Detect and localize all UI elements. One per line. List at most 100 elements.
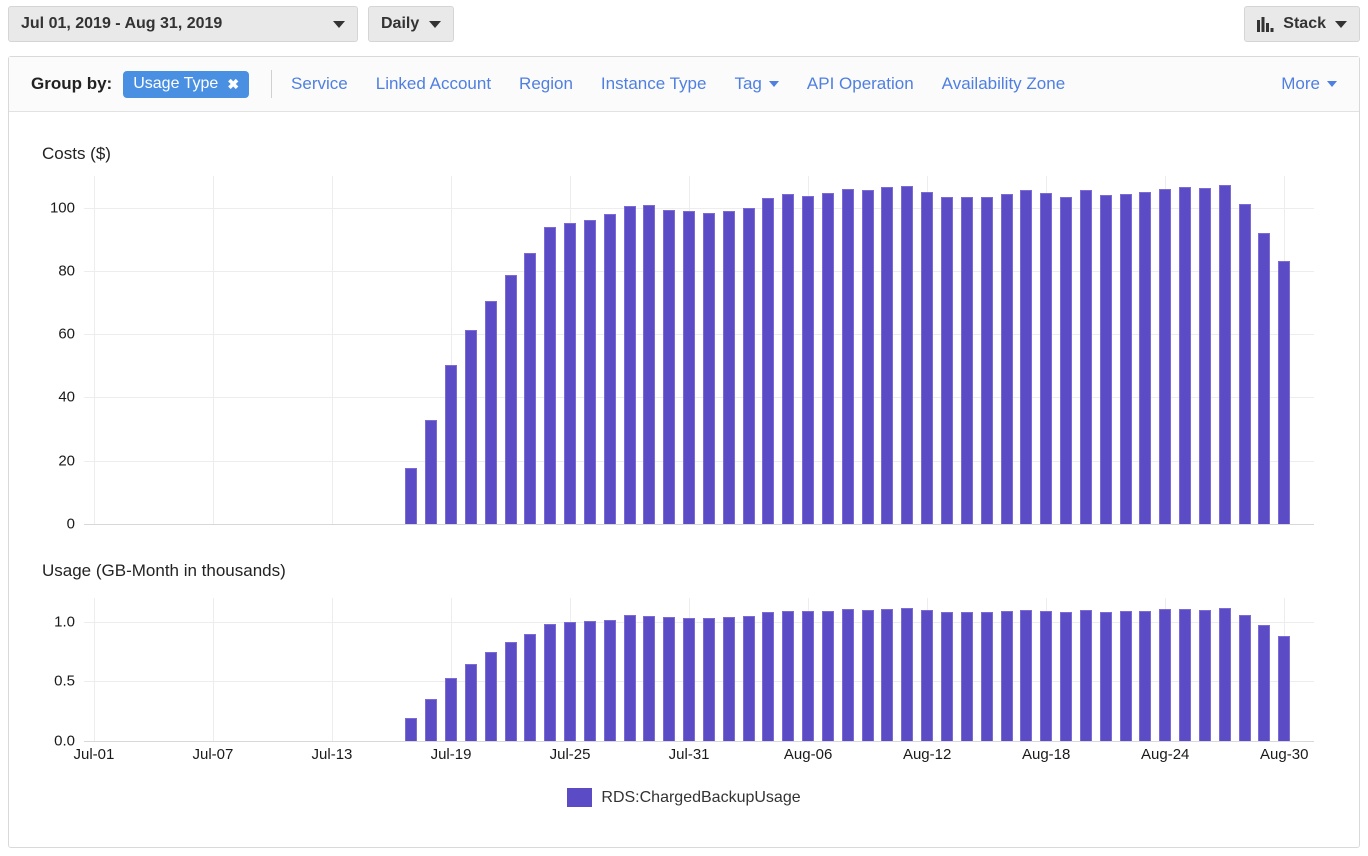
chart-bar[interactable] xyxy=(841,609,854,741)
chart-bar[interactable] xyxy=(1218,184,1231,524)
chart-bar[interactable] xyxy=(405,718,418,741)
chart-bar[interactable] xyxy=(484,652,497,741)
group-by-option-availability-zone[interactable]: Availability Zone xyxy=(942,74,1065,94)
chart-bar[interactable] xyxy=(742,207,755,524)
group-by-option-tag[interactable]: Tag xyxy=(734,74,779,94)
chart-bar[interactable] xyxy=(1000,194,1013,524)
chart-bar[interactable] xyxy=(1099,194,1112,524)
chart-bar[interactable] xyxy=(1278,635,1291,741)
chart-bar[interactable] xyxy=(702,618,715,741)
chart-bar[interactable] xyxy=(702,213,715,524)
chart-bar[interactable] xyxy=(1198,609,1211,741)
chart-bar[interactable] xyxy=(722,617,735,741)
chart-bar[interactable] xyxy=(425,699,438,741)
chart-bar[interactable] xyxy=(1139,610,1152,741)
chart-bar[interactable] xyxy=(960,611,973,741)
chart-bar[interactable] xyxy=(425,419,438,524)
chart-bar[interactable] xyxy=(921,609,934,741)
chart-bar[interactable] xyxy=(524,633,537,741)
chart-bar[interactable] xyxy=(762,611,775,741)
chart-bar[interactable] xyxy=(881,608,894,741)
chart-bar[interactable] xyxy=(1040,610,1053,741)
chart-bar[interactable] xyxy=(821,610,834,741)
chart-bar[interactable] xyxy=(564,223,577,524)
chart-bar[interactable] xyxy=(1179,608,1192,741)
chart-bar[interactable] xyxy=(802,611,815,741)
chart-bar[interactable] xyxy=(504,275,517,524)
chart-bar[interactable] xyxy=(782,610,795,741)
chart-bar[interactable] xyxy=(1179,187,1192,524)
chart-bar[interactable] xyxy=(623,206,636,524)
chart-style-selector[interactable]: Stack xyxy=(1244,6,1360,42)
chart-bar[interactable] xyxy=(901,186,914,524)
chart-bar[interactable] xyxy=(464,330,477,524)
chart-bar[interactable] xyxy=(405,467,418,524)
granularity-selector[interactable]: Daily xyxy=(368,6,455,42)
chart-bar[interactable] xyxy=(583,621,596,741)
group-by-option-instance-type[interactable]: Instance Type xyxy=(601,74,707,94)
chart-bar[interactable] xyxy=(1139,192,1152,524)
costs-chart-plot[interactable]: 0 20 40 60 80 100 xyxy=(50,176,1314,533)
chart-bar[interactable] xyxy=(683,617,696,741)
chart-bar[interactable] xyxy=(583,220,596,524)
chart-bar[interactable] xyxy=(643,615,656,741)
chart-bar[interactable] xyxy=(1218,608,1231,741)
chart-bar[interactable] xyxy=(1020,190,1033,524)
group-by-active-pill[interactable]: Usage Type ✖ xyxy=(123,70,250,98)
chart-bar[interactable] xyxy=(802,195,815,524)
chart-bar[interactable] xyxy=(1258,624,1271,741)
chart-bar[interactable] xyxy=(1198,187,1211,524)
chart-bar[interactable] xyxy=(603,620,616,741)
chart-bar[interactable] xyxy=(623,615,636,741)
chart-bar[interactable] xyxy=(445,677,458,741)
chart-bar[interactable] xyxy=(940,196,953,524)
chart-bar[interactable] xyxy=(861,190,874,524)
chart-bar[interactable] xyxy=(1278,261,1291,524)
group-by-option-region[interactable]: Region xyxy=(519,74,573,94)
legend-swatch[interactable] xyxy=(567,788,593,807)
chart-bar[interactable] xyxy=(663,617,676,741)
chart-bar[interactable] xyxy=(1119,194,1132,524)
chart-bar[interactable] xyxy=(881,187,894,524)
chart-bar[interactable] xyxy=(1060,197,1073,524)
chart-bar[interactable] xyxy=(1000,611,1013,741)
chart-bar[interactable] xyxy=(663,209,676,524)
chart-bar[interactable] xyxy=(1020,609,1033,741)
chart-bar[interactable] xyxy=(683,211,696,524)
group-by-more-button[interactable]: More xyxy=(1281,74,1337,94)
chart-bar[interactable] xyxy=(1119,611,1132,741)
date-range-selector[interactable]: Jul 01, 2019 - Aug 31, 2019 xyxy=(8,6,358,42)
close-icon[interactable]: ✖ xyxy=(227,77,239,91)
chart-bar[interactable] xyxy=(1238,204,1251,524)
chart-bar[interactable] xyxy=(564,621,577,741)
group-by-option-service[interactable]: Service xyxy=(291,74,348,94)
chart-bar[interactable] xyxy=(1238,614,1251,741)
chart-bar[interactable] xyxy=(1040,193,1053,524)
chart-bar[interactable] xyxy=(524,252,537,524)
chart-bar[interactable] xyxy=(1060,611,1073,741)
chart-bar[interactable] xyxy=(1079,190,1092,524)
chart-bar[interactable] xyxy=(484,300,497,524)
chart-bar[interactable] xyxy=(544,227,557,524)
chart-bar[interactable] xyxy=(841,189,854,524)
chart-bar[interactable] xyxy=(821,193,834,524)
chart-bar[interactable] xyxy=(921,191,934,524)
chart-bar[interactable] xyxy=(1159,609,1172,741)
chart-bar[interactable] xyxy=(464,663,477,741)
group-by-option-api-operation[interactable]: API Operation xyxy=(807,74,914,94)
chart-bar[interactable] xyxy=(861,609,874,741)
usage-chart-plot[interactable]: 0.0 0.5 1.0 xyxy=(54,598,1314,750)
chart-bar[interactable] xyxy=(960,196,973,524)
chart-bar[interactable] xyxy=(445,364,458,524)
chart-bar[interactable] xyxy=(1159,189,1172,524)
chart-bar[interactable] xyxy=(643,205,656,524)
chart-bar[interactable] xyxy=(722,210,735,524)
chart-bar[interactable] xyxy=(742,615,755,741)
chart-bar[interactable] xyxy=(901,608,914,741)
chart-bar[interactable] xyxy=(940,611,953,741)
chart-bar[interactable] xyxy=(782,194,795,524)
chart-bar[interactable] xyxy=(1258,232,1271,524)
chart-bar[interactable] xyxy=(504,642,517,741)
group-by-option-linked-account[interactable]: Linked Account xyxy=(376,74,491,94)
chart-bar[interactable] xyxy=(1079,609,1092,741)
